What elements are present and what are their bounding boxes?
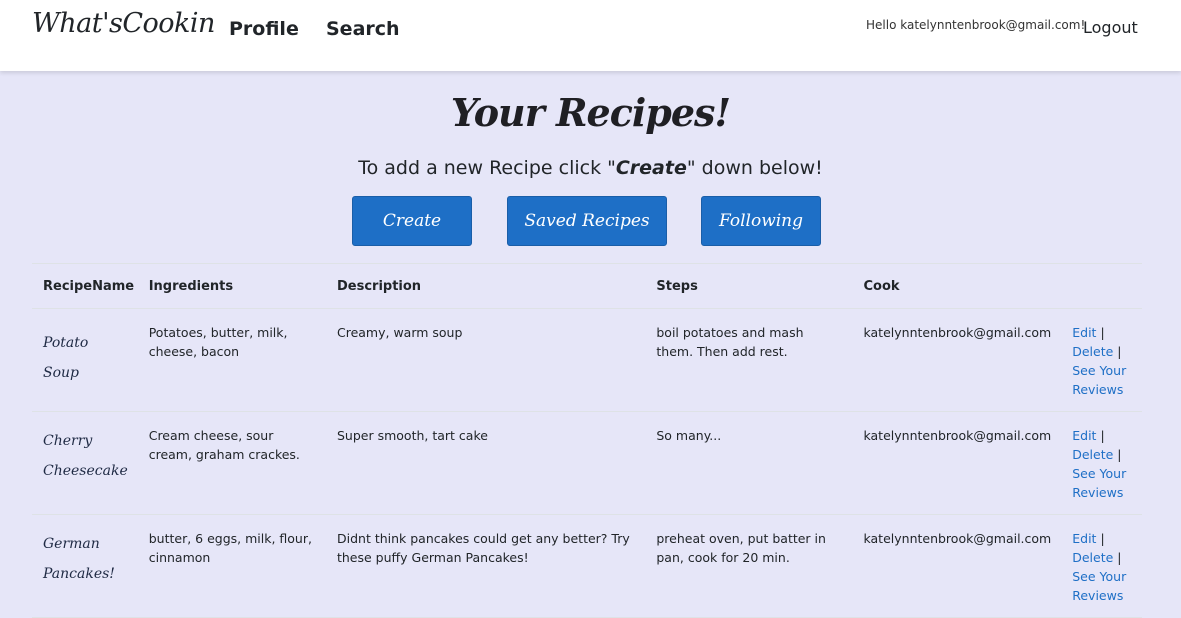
brand-logo[interactable]: What'sCookin (32, 8, 215, 39)
recipe-cook: katelynntenbrook@gmail.com (852, 514, 1062, 618)
separator: | (1117, 550, 1122, 565)
subtitle-prefix: To add a new Recipe click " (358, 157, 616, 179)
edit-link[interactable]: Edit (1072, 325, 1096, 340)
logout-link[interactable]: Logout (1083, 18, 1138, 37)
table-row: Potato Soup Potatoes, butter, milk, chee… (32, 308, 1142, 412)
recipe-ingredients: Cream cheese, sour cream, graham crackes… (137, 411, 326, 515)
page-title: Your Recipes! (450, 90, 731, 135)
recipe-description: Didnt think pancakes could get any bette… (325, 514, 646, 618)
recipe-description: Super smooth, tart cake (325, 411, 646, 515)
recipe-name: German Pancakes! (43, 536, 115, 582)
nav-profile-link[interactable]: Profile (229, 18, 299, 40)
header-steps: Steps (645, 263, 853, 309)
top-navbar: What'sCookin Profile Search Hello kately… (0, 0, 1181, 71)
edit-link[interactable]: Edit (1072, 428, 1096, 443)
table-row: Cherry Cheesecake Cream cheese, sour cre… (32, 411, 1142, 515)
recipe-steps: boil potatoes and mash them. Then add re… (645, 308, 853, 412)
recipe-description: Creamy, warm soup (325, 308, 646, 412)
recipe-cook: katelynntenbrook@gmail.com (852, 411, 1062, 515)
recipe-name: Cherry Cheesecake (43, 433, 128, 479)
recipe-ingredients: Potatoes, butter, milk, cheese, bacon (137, 308, 326, 412)
table-row: German Pancakes! butter, 6 eggs, milk, f… (32, 514, 1142, 618)
recipe-steps: So many... (645, 411, 853, 515)
delete-link[interactable]: Delete (1072, 447, 1113, 462)
separator: | (1100, 325, 1105, 340)
user-greeting: Hello katelynntenbrook@gmail.com! (866, 18, 1086, 32)
edit-link[interactable]: Edit (1072, 531, 1096, 546)
subtitle-suffix: " down below! (686, 157, 823, 179)
header-cook: Cook (852, 263, 1062, 309)
see-reviews-link[interactable]: See Your Reviews (1072, 466, 1126, 500)
recipe-name: Potato Soup (43, 335, 89, 381)
recipe-actions: Edit | Delete | See Your Reviews (1061, 308, 1142, 412)
create-button[interactable]: Create (352, 196, 472, 246)
separator: | (1100, 531, 1105, 546)
header-recipe-name: RecipeName (32, 263, 138, 309)
see-reviews-link[interactable]: See Your Reviews (1072, 363, 1126, 397)
recipes-table: RecipeName Ingredients Description Steps… (32, 263, 1142, 618)
recipe-ingredients: butter, 6 eggs, milk, flour, cinnamon (137, 514, 326, 618)
delete-link[interactable]: Delete (1072, 550, 1113, 565)
header-ingredients: Ingredients (137, 263, 326, 309)
see-reviews-link[interactable]: See Your Reviews (1072, 569, 1126, 603)
recipe-actions: Edit | Delete | See Your Reviews (1061, 514, 1142, 618)
header-actions (1061, 263, 1142, 309)
header-description: Description (325, 263, 646, 309)
following-button[interactable]: Following (701, 196, 821, 246)
page-subtitle: To add a new Recipe click "Create" down … (0, 157, 1181, 179)
recipe-cook: katelynntenbrook@gmail.com (852, 308, 1062, 412)
saved-recipes-button[interactable]: Saved Recipes (507, 196, 667, 246)
delete-link[interactable]: Delete (1072, 344, 1113, 359)
recipe-actions: Edit | Delete | See Your Reviews (1061, 411, 1142, 515)
separator: | (1117, 447, 1122, 462)
separator: | (1100, 428, 1105, 443)
table-header-row: RecipeName Ingredients Description Steps… (32, 263, 1142, 309)
subtitle-create-word: Create (615, 157, 687, 179)
recipe-steps: preheat oven, put batter in pan, cook fo… (645, 514, 853, 618)
nav-search-link[interactable]: Search (326, 18, 400, 40)
separator: | (1117, 344, 1122, 359)
